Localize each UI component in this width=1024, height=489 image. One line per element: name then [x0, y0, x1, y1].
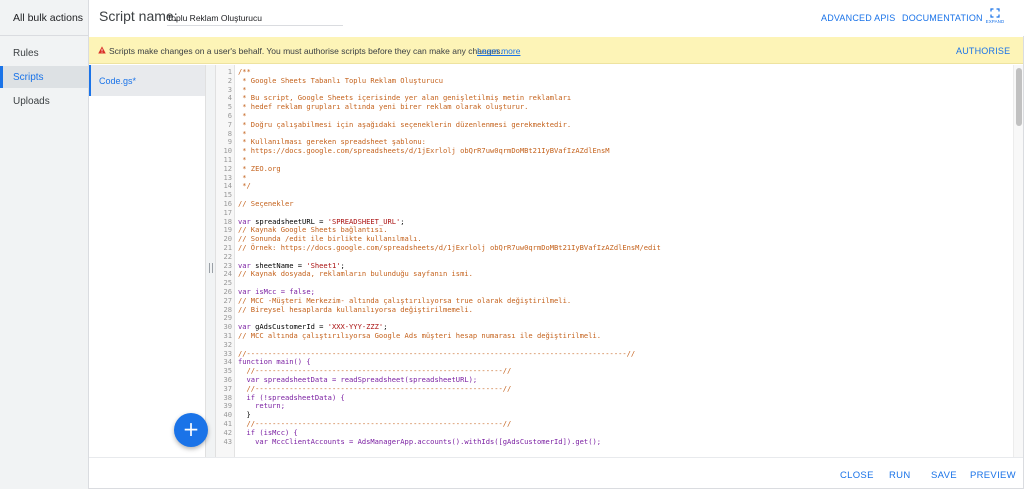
code-line: 16// Seçenekler	[216, 199, 1006, 209]
authorisation-banner: Scripts make changes on a user's behalf.…	[89, 37, 1023, 64]
authorise-button[interactable]: AUTHORISE	[956, 46, 1010, 56]
code-line: 39 return;	[216, 402, 1006, 411]
expand-button[interactable]: EXPAND	[984, 8, 1006, 32]
code-text: // Bireysel hesaplarda kullanılıyorsa de…	[238, 304, 473, 314]
script-header: Script name: ADVANCED APIS DOCUMENTATION…	[89, 0, 1024, 36]
all-bulk-actions-label: All bulk actions	[13, 12, 84, 24]
code-line: 31// MCC altında çalıştırılıyorsa Google…	[216, 331, 1006, 341]
banner-text: Scripts make changes on a user's behalf.…	[109, 46, 503, 56]
code-text: // MCC altında çalıştırılıyorsa Google A…	[238, 331, 602, 340]
file-item-code-gs[interactable]: Code.gs*	[89, 65, 205, 96]
documentation-button[interactable]: DOCUMENTATION	[902, 13, 983, 23]
code-text: */	[238, 181, 251, 191]
code-editor[interactable]: 1/** 2 * Google Sheets Tabanlı Toplu Rekl…	[216, 65, 1023, 457]
code-line: 41 //-----------------------------------…	[216, 419, 1006, 429]
file-name: Code.gs*	[99, 76, 137, 86]
left-nav: All bulk actions Rules Scripts Uploads	[0, 0, 89, 489]
plus-icon: +	[182, 417, 200, 441]
learn-more-link[interactable]: Learn more	[477, 46, 520, 56]
code-text: var MccClientAccounts = AdsManagerApp.ac…	[238, 436, 602, 446]
sidebar-item-uploads[interactable]: Uploads	[0, 90, 88, 112]
warning-icon	[98, 46, 106, 54]
code-line: 11 *	[216, 155, 1006, 165]
code-line: 12 * ZEO.org	[216, 164, 1006, 174]
drag-handle-icon	[212, 263, 213, 273]
save-button[interactable]: SAVE	[931, 470, 957, 481]
code-line: 7 * Doğru çalışabilmesi için aşağıdaki s…	[216, 119, 1006, 130]
code-line: 33//------------------------------------…	[216, 349, 1006, 359]
sidebar-item-scripts[interactable]: Scripts	[0, 66, 88, 88]
preview-button[interactable]: PREVIEW	[970, 470, 1016, 481]
sidebar-item-rules[interactable]: Rules	[0, 42, 88, 64]
script-name-input[interactable]	[167, 7, 343, 26]
code-line: 25	[216, 278, 1006, 288]
expand-label: EXPAND	[985, 19, 1005, 24]
run-button[interactable]: RUN	[889, 470, 910, 481]
panel-splitter[interactable]	[205, 65, 216, 457]
code-text: * hedef reklam grupları altında yeni bir…	[238, 102, 529, 112]
close-button[interactable]: CLOSE	[840, 470, 874, 481]
footer-actions: CLOSE RUN SAVE PREVIEW	[89, 457, 1023, 488]
sidebar-item-label: Rules	[13, 48, 39, 59]
code-line: 13 *	[216, 173, 1006, 183]
code-line: 21// Örnek: https://docs.google.com/spre…	[216, 243, 1006, 253]
code-line: 2 * Google Sheets Tabanlı Toplu Reklam O…	[216, 75, 1006, 86]
code-text: * Google Sheets Tabanlı Toplu Reklam Olu…	[238, 75, 443, 85]
editor-scrollbar[interactable]	[1013, 65, 1023, 457]
code-line: 14 */	[216, 182, 1006, 191]
advanced-apis-button[interactable]: ADVANCED APIS	[821, 13, 895, 23]
code-line: 24// Kaynak dosyada, reklamların bulundu…	[216, 270, 1006, 279]
code-line: 43 var MccClientAccounts = AdsManagerApp…	[216, 436, 1006, 447]
drag-handle-icon	[209, 263, 210, 273]
code-text: // Kaynak dosyada, reklamların bulunduğu…	[238, 269, 473, 279]
all-bulk-actions-header[interactable]: All bulk actions	[0, 0, 88, 36]
add-file-button[interactable]: +	[174, 413, 208, 447]
code-line: 5 * hedef reklam grupları altında yeni b…	[216, 102, 1006, 112]
code-text: // Seçenekler	[238, 199, 294, 208]
sidebar-item-label: Scripts	[13, 72, 44, 83]
code-line: 28// Bireysel hesaplarda kullanılıyorsa …	[216, 304, 1006, 315]
code-text: * Doğru çalışabilmesi için aşağıdaki seç…	[238, 119, 572, 129]
line-number: 43	[223, 436, 232, 446]
code-text: // Örnek: https://docs.google.com/spread…	[238, 243, 661, 252]
code-line: 15	[216, 190, 1006, 200]
code-text: * https://docs.google.com/spreadsheets/d…	[238, 146, 610, 156]
fullscreen-icon	[990, 8, 1000, 18]
editor-scrollbar-thumb[interactable]	[1016, 68, 1022, 126]
script-name-label: Script name:	[99, 8, 178, 24]
file-list: Code.gs*	[89, 65, 205, 457]
code-line: 38 if (!spreadsheetData) {	[216, 393, 1006, 403]
code-line: 10 * https://docs.google.com/spreadsheet…	[216, 146, 1006, 156]
sidebar-item-label: Uploads	[13, 96, 50, 107]
